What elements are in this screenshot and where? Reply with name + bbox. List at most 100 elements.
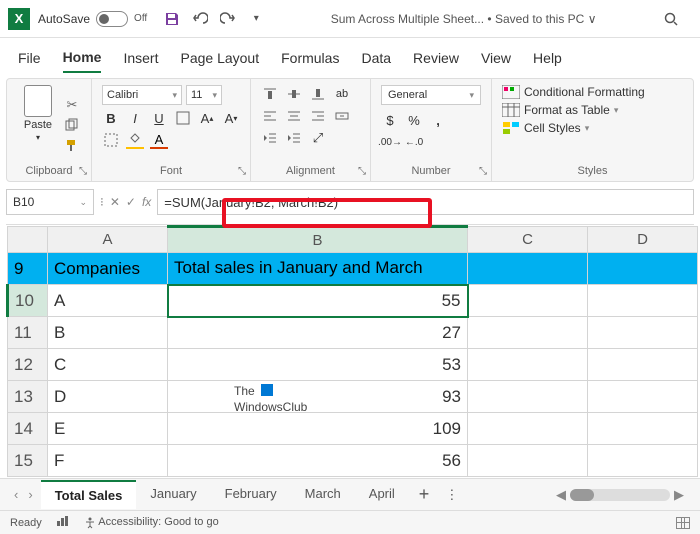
clipboard-dialog-launcher-icon[interactable]: ⤡ — [79, 166, 87, 177]
cell[interactable] — [468, 349, 588, 381]
currency-icon[interactable]: $ — [381, 111, 399, 129]
sheet-tab-total-sales[interactable]: Total Sales — [41, 480, 137, 509]
cell[interactable] — [588, 349, 698, 381]
accessibility-status[interactable]: Accessibility: Good to go — [84, 516, 219, 528]
cell[interactable] — [588, 285, 698, 317]
sheet-tab-march[interactable]: March — [291, 480, 355, 509]
cut-icon[interactable]: ✂ — [63, 98, 81, 112]
column-header-C[interactable]: C — [468, 227, 588, 253]
cell[interactable]: 53 — [168, 349, 468, 381]
menu-insert[interactable]: Insert — [123, 44, 158, 72]
cell[interactable]: 55 — [168, 285, 468, 317]
fill-color-button[interactable] — [126, 131, 144, 149]
menu-view[interactable]: View — [481, 44, 511, 72]
select-all-corner[interactable] — [8, 227, 48, 253]
row-header-12[interactable]: 12 — [8, 349, 48, 381]
qat-dropdown-icon[interactable]: ▾ — [247, 10, 265, 28]
underline-button[interactable]: U — [150, 109, 168, 127]
sheet-tab-april[interactable]: April — [355, 480, 409, 509]
formula-input[interactable]: =SUM(January!B2, March!B2) — [157, 189, 694, 215]
cell[interactable]: C — [48, 349, 168, 381]
cell[interactable]: E — [48, 413, 168, 445]
cell[interactable] — [468, 285, 588, 317]
column-header-B[interactable]: B — [168, 227, 468, 253]
menu-page-layout[interactable]: Page Layout — [180, 44, 259, 72]
decrease-font-icon[interactable]: A▾ — [222, 109, 240, 127]
align-bottom-icon[interactable] — [309, 85, 327, 103]
menu-data[interactable]: Data — [361, 44, 391, 72]
menu-file[interactable]: File — [18, 44, 41, 72]
format-painter-icon[interactable] — [63, 138, 81, 152]
undo-icon[interactable] — [191, 10, 209, 28]
formula-enter-icon[interactable]: ✓ — [126, 195, 136, 209]
increase-font-icon[interactable]: A▴ — [198, 109, 216, 127]
cell-styles-button[interactable]: Cell Styles ▾ — [502, 121, 683, 135]
number-dialog-launcher-icon[interactable]: ⤡ — [479, 166, 487, 177]
cell[interactable] — [468, 413, 588, 445]
cell[interactable]: Companies — [48, 253, 168, 285]
view-normal-icon[interactable] — [676, 517, 690, 529]
alignment-dialog-launcher-icon[interactable]: ⤡ — [358, 166, 366, 177]
decrease-decimal-icon[interactable]: ←.0 — [405, 133, 423, 151]
sheet-grid[interactable]: ABCD9CompaniesTotal sales in January and… — [6, 224, 694, 477]
column-header-D[interactable]: D — [588, 227, 698, 253]
cell[interactable] — [468, 445, 588, 477]
tab-more-icon[interactable]: ⋮ — [439, 487, 464, 503]
increase-decimal-icon[interactable]: .00→ — [381, 133, 399, 151]
tab-prev-icon[interactable]: ‹ — [14, 487, 18, 502]
horizontal-scrollbar[interactable]: ◀ ▶ — [464, 487, 694, 503]
merge-center-icon[interactable] — [333, 107, 351, 125]
fx-icon[interactable]: fx — [142, 195, 151, 209]
format-as-table-button[interactable]: Format as Table ▾ — [502, 103, 683, 117]
font-dialog-launcher-icon[interactable]: ⤡ — [238, 166, 246, 177]
cell[interactable]: Total sales in January and March — [168, 253, 468, 285]
redo-icon[interactable] — [219, 10, 237, 28]
save-icon[interactable] — [163, 10, 181, 28]
name-box[interactable]: B10⌄ — [6, 189, 94, 215]
cell[interactable]: B — [48, 317, 168, 349]
conditional-formatting-button[interactable]: Conditional Formatting — [502, 85, 683, 99]
menu-review[interactable]: Review — [413, 44, 459, 72]
menu-home[interactable]: Home — [63, 43, 102, 73]
align-right-icon[interactable] — [309, 107, 327, 125]
font-color-button[interactable]: A — [150, 131, 168, 149]
sheet-tab-february[interactable]: February — [211, 480, 291, 509]
cell[interactable]: 56 — [168, 445, 468, 477]
stats-icon[interactable] — [56, 515, 70, 530]
comma-icon[interactable]: , — [429, 111, 447, 129]
tab-next-icon[interactable]: › — [28, 487, 32, 502]
search-icon[interactable] — [662, 10, 680, 28]
row-header-11[interactable]: 11 — [8, 317, 48, 349]
align-left-icon[interactable] — [261, 107, 279, 125]
align-middle-icon[interactable] — [285, 85, 303, 103]
add-sheet-button[interactable]: + — [409, 484, 440, 505]
orientation-icon[interactable]: ⤢ — [309, 129, 327, 147]
cell[interactable] — [588, 413, 698, 445]
row-header-14[interactable]: 14 — [8, 413, 48, 445]
copy-icon[interactable] — [63, 118, 81, 132]
increase-indent-icon[interactable] — [285, 129, 303, 147]
menu-help[interactable]: Help — [533, 44, 562, 72]
row-header-10[interactable]: 10 — [8, 285, 48, 317]
align-top-icon[interactable] — [261, 85, 279, 103]
row-header-13[interactable]: 13 — [8, 381, 48, 413]
toggle-switch-icon[interactable] — [96, 11, 128, 27]
bold-button[interactable]: B — [102, 109, 120, 127]
cell[interactable]: F — [48, 445, 168, 477]
cell[interactable] — [468, 253, 588, 285]
cell[interactable]: 109 — [168, 413, 468, 445]
cell[interactable] — [588, 317, 698, 349]
cell[interactable]: 93 — [168, 381, 468, 413]
formula-cancel-icon[interactable]: ✕ — [110, 195, 120, 209]
menu-formulas[interactable]: Formulas — [281, 44, 339, 72]
cell[interactable] — [588, 381, 698, 413]
cell[interactable] — [588, 253, 698, 285]
wrap-text-icon[interactable]: ab — [333, 85, 351, 103]
borders-dropdown-icon[interactable] — [102, 131, 120, 149]
cell[interactable] — [468, 381, 588, 413]
font-name-select[interactable]: Calibri▾ — [102, 85, 182, 105]
cell[interactable] — [468, 317, 588, 349]
cell[interactable]: D — [48, 381, 168, 413]
row-header-9[interactable]: 9 — [8, 253, 48, 285]
font-size-select[interactable]: 11▾ — [186, 85, 222, 105]
